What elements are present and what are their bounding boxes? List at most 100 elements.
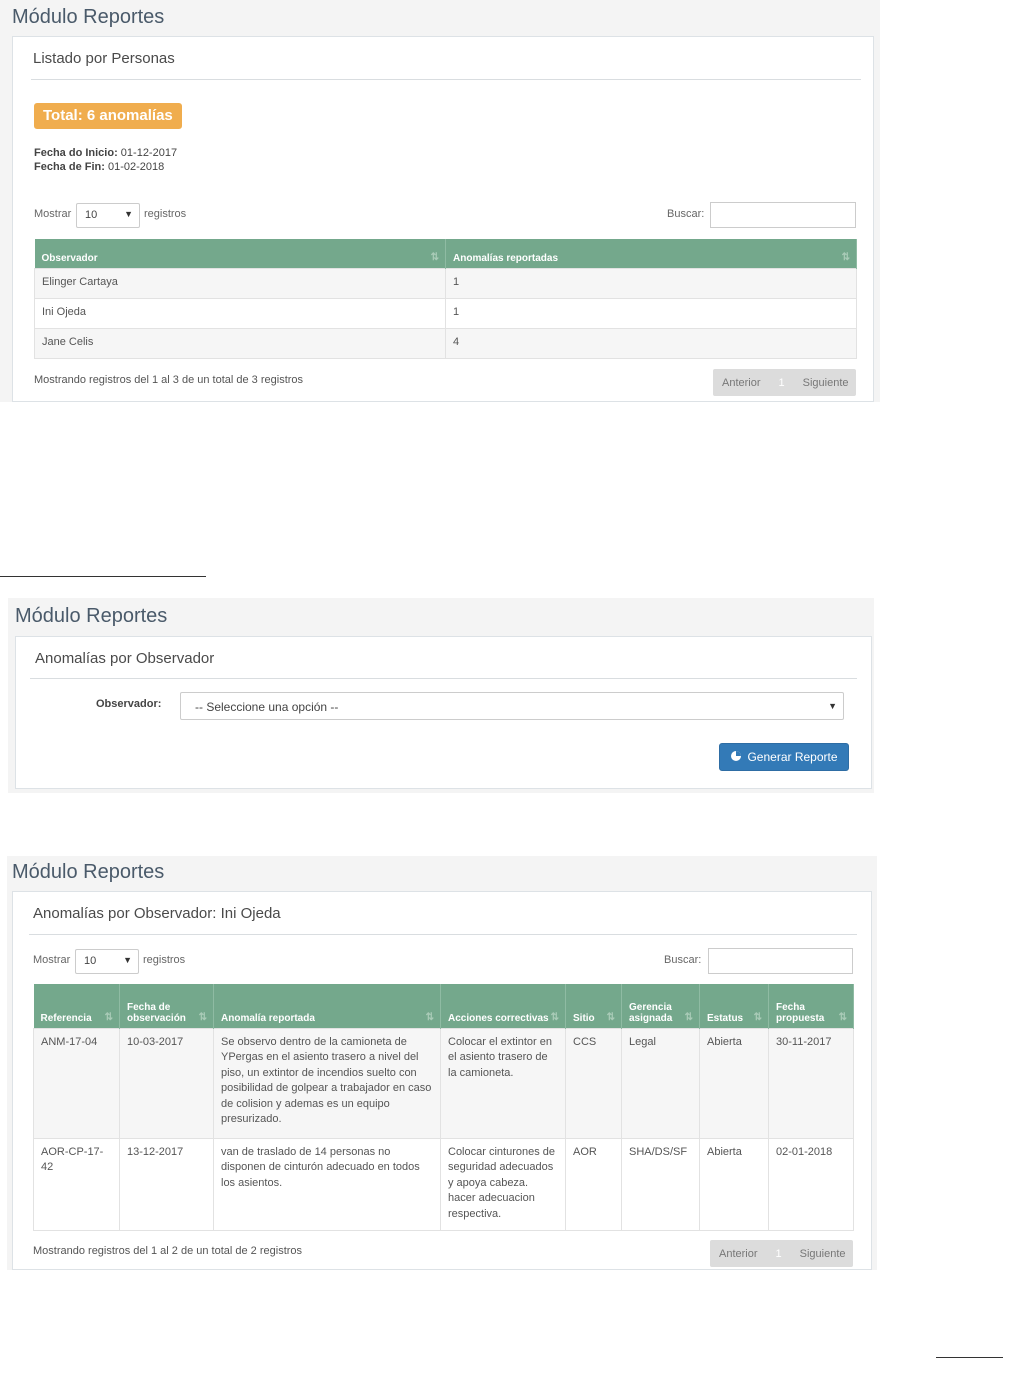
module-title: Módulo Reportes — [12, 6, 165, 28]
anomalias-table: Referencia ⇅ Fecha de observación ⇅ Anomal… — [33, 984, 854, 1231]
prev-page-button[interactable]: Anterior — [710, 1248, 767, 1260]
length-select[interactable]: 10 ▼ — [76, 203, 140, 228]
next-page-button[interactable]: Siguiente — [791, 1248, 855, 1260]
panel-title: Listado por Personas — [33, 50, 175, 67]
registros-label: registros — [144, 208, 187, 220]
search-input[interactable] — [710, 202, 856, 228]
estatus-cell: Abierta — [699, 1137, 769, 1231]
page-1-button[interactable]: 1 — [770, 377, 794, 389]
personas-table: Observador ⇅ Anomalías reportadas ⇅ Elinge… — [34, 239, 857, 359]
table-row: Jane Celis 4 — [34, 327, 857, 359]
buscar-label: Buscar: — [667, 208, 705, 220]
caret-down-icon: ▼ — [124, 209, 133, 219]
column-header-anomalia[interactable]: Anomalía reportada ⇅ — [213, 984, 441, 1028]
pie-chart-icon — [730, 750, 742, 765]
caret-down-icon: ▼ — [123, 955, 132, 965]
generar-reporte-label: Generar Reporte — [747, 750, 838, 764]
column-header-acciones[interactable]: Acciones correctivas ⇅ — [440, 984, 566, 1028]
table-row: Elinger Cartaya 1 — [34, 267, 857, 299]
anomalias-cell: 4 — [445, 327, 857, 359]
observador-cell: Jane Celis — [34, 327, 446, 359]
observador-select[interactable]: -- Seleccione una opción -- ▼ — [180, 692, 844, 720]
total-badge: Total: 6 anomalías — [34, 103, 182, 129]
report-panel: Anomalías por Observador: Ini Ojeda Most… — [12, 891, 872, 1270]
column-header-estatus[interactable]: Estatus ⇅ — [699, 984, 769, 1028]
page-1-button[interactable]: 1 — [767, 1248, 791, 1260]
anomalias-cell: 1 — [445, 267, 857, 299]
sort-icon: ⇅ — [550, 1011, 559, 1023]
registros-label: registros — [143, 954, 186, 966]
module-title: Módulo Reportes — [15, 605, 168, 627]
column-header-fecha-observacion[interactable]: Fecha de observación ⇅ — [119, 984, 214, 1028]
divider — [30, 678, 857, 679]
sitio-cell: AOR — [565, 1137, 622, 1231]
screenshot-anomalias-observador: Módulo Reportes Anomalías por Observador… — [7, 856, 877, 1270]
table-row: ANM-17-04 10-03-2017 Se observo dentro d… — [33, 1027, 854, 1139]
screenshot-listado-personas: Módulo Reportes Listado por Personas Tot… — [0, 0, 880, 402]
sort-icon: ⇅ — [198, 1011, 207, 1023]
report-panel: Anomalías por Observador Observador: -- … — [15, 636, 872, 789]
generar-reporte-button[interactable]: Generar Reporte — [719, 743, 849, 771]
column-header-gerencia[interactable]: Gerencia asignada ⇅ — [621, 984, 700, 1028]
report-panel: Listado por Personas Total: 6 anomalías … — [12, 36, 874, 402]
mostrar-label: Mostrar — [33, 954, 71, 966]
caret-down-icon: ▼ — [828, 701, 837, 711]
module-title: Módulo Reportes — [12, 861, 165, 883]
table-row: AOR-CP-17-42 13-12-2017 van de traslado … — [33, 1137, 854, 1231]
column-header-referencia[interactable]: Referencia ⇅ — [33, 984, 120, 1028]
sort-icon: ⇅ — [838, 1011, 847, 1023]
fecha-propuesta-cell: 30-11-2017 — [768, 1027, 854, 1139]
anomalias-cell: 1 — [445, 297, 857, 329]
acciones-cell: Colocar el extintor en el asiento traser… — [440, 1027, 566, 1139]
length-select[interactable]: 10 ▼ — [75, 949, 139, 974]
divider — [0, 576, 206, 577]
column-header-observador[interactable]: Observador ⇅ — [34, 239, 446, 268]
sort-icon: ⇅ — [606, 1011, 615, 1023]
estatus-cell: Abierta — [699, 1027, 769, 1139]
sitio-cell: CCS — [565, 1027, 622, 1139]
length-value: 10 — [84, 955, 97, 967]
column-header-anomalias[interactable]: Anomalías reportadas ⇅ — [445, 239, 857, 268]
search-input[interactable] — [708, 948, 853, 974]
observador-cell: Elinger Cartaya — [34, 267, 446, 299]
fecha-inicio-value: 01-12-2017 — [120, 147, 178, 159]
table-info: Mostrando registros del 1 al 3 de un tot… — [34, 374, 304, 386]
fecha-observacion-cell: 13-12-2017 — [119, 1137, 214, 1231]
column-header-fecha-propuesta[interactable]: Fecha propuesta ⇅ — [768, 984, 854, 1028]
next-page-button[interactable]: Siguiente — [794, 377, 858, 389]
buscar-label: Buscar: — [664, 954, 702, 966]
column-header-sitio[interactable]: Sitio ⇅ — [565, 984, 622, 1028]
gerencia-cell: SHA/DS/SF — [621, 1137, 700, 1231]
fecha-inicio-label: Fecha do Inicio: — [34, 147, 118, 159]
divider — [29, 934, 857, 935]
pagination: Anterior 1 Siguiente — [710, 1240, 853, 1267]
mostrar-label: Mostrar — [34, 208, 72, 220]
table-row: Ini Ojeda 1 — [34, 297, 857, 329]
referencia-cell: ANM-17-04 — [33, 1027, 120, 1139]
panel-title: Anomalías por Observador: Ini Ojeda — [33, 905, 281, 922]
sort-icon: ⇅ — [841, 251, 850, 263]
table-info: Mostrando registros del 1 al 2 de un tot… — [33, 1245, 303, 1257]
pagination: Anterior 1 Siguiente — [713, 369, 856, 396]
anomalia-cell: Se observo dentro de la camioneta de YPe… — [213, 1027, 441, 1139]
fecha-fin-label: Fecha de Fin: — [34, 161, 105, 173]
sort-icon: ⇅ — [425, 1011, 434, 1023]
gerencia-cell: Legal — [621, 1027, 700, 1139]
sort-icon: ⇅ — [104, 1011, 113, 1023]
sort-icon: ⇅ — [753, 1011, 762, 1023]
fecha-fin-value: 01-02-2018 — [107, 161, 165, 173]
fecha-propuesta-cell: 02-01-2018 — [768, 1137, 854, 1231]
screenshot-seleccion-observador: Módulo Reportes Anomalías por Observador… — [8, 598, 874, 793]
fecha-observacion-cell: 10-03-2017 — [119, 1027, 214, 1139]
referencia-cell: AOR-CP-17-42 — [33, 1137, 120, 1231]
divider — [936, 1357, 1003, 1358]
sort-icon: ⇅ — [684, 1011, 693, 1023]
acciones-cell: Colocar cinturones de seguridad adecuado… — [440, 1137, 566, 1231]
sort-icon: ⇅ — [430, 251, 439, 263]
prev-page-button[interactable]: Anterior — [713, 377, 770, 389]
length-value: 10 — [85, 209, 98, 221]
anomalia-cell: van de traslado de 14 personas no dispon… — [213, 1137, 441, 1231]
observador-select-value: -- Seleccione una opción -- — [195, 700, 339, 714]
divider — [31, 79, 861, 80]
observador-cell: Ini Ojeda — [34, 297, 446, 329]
